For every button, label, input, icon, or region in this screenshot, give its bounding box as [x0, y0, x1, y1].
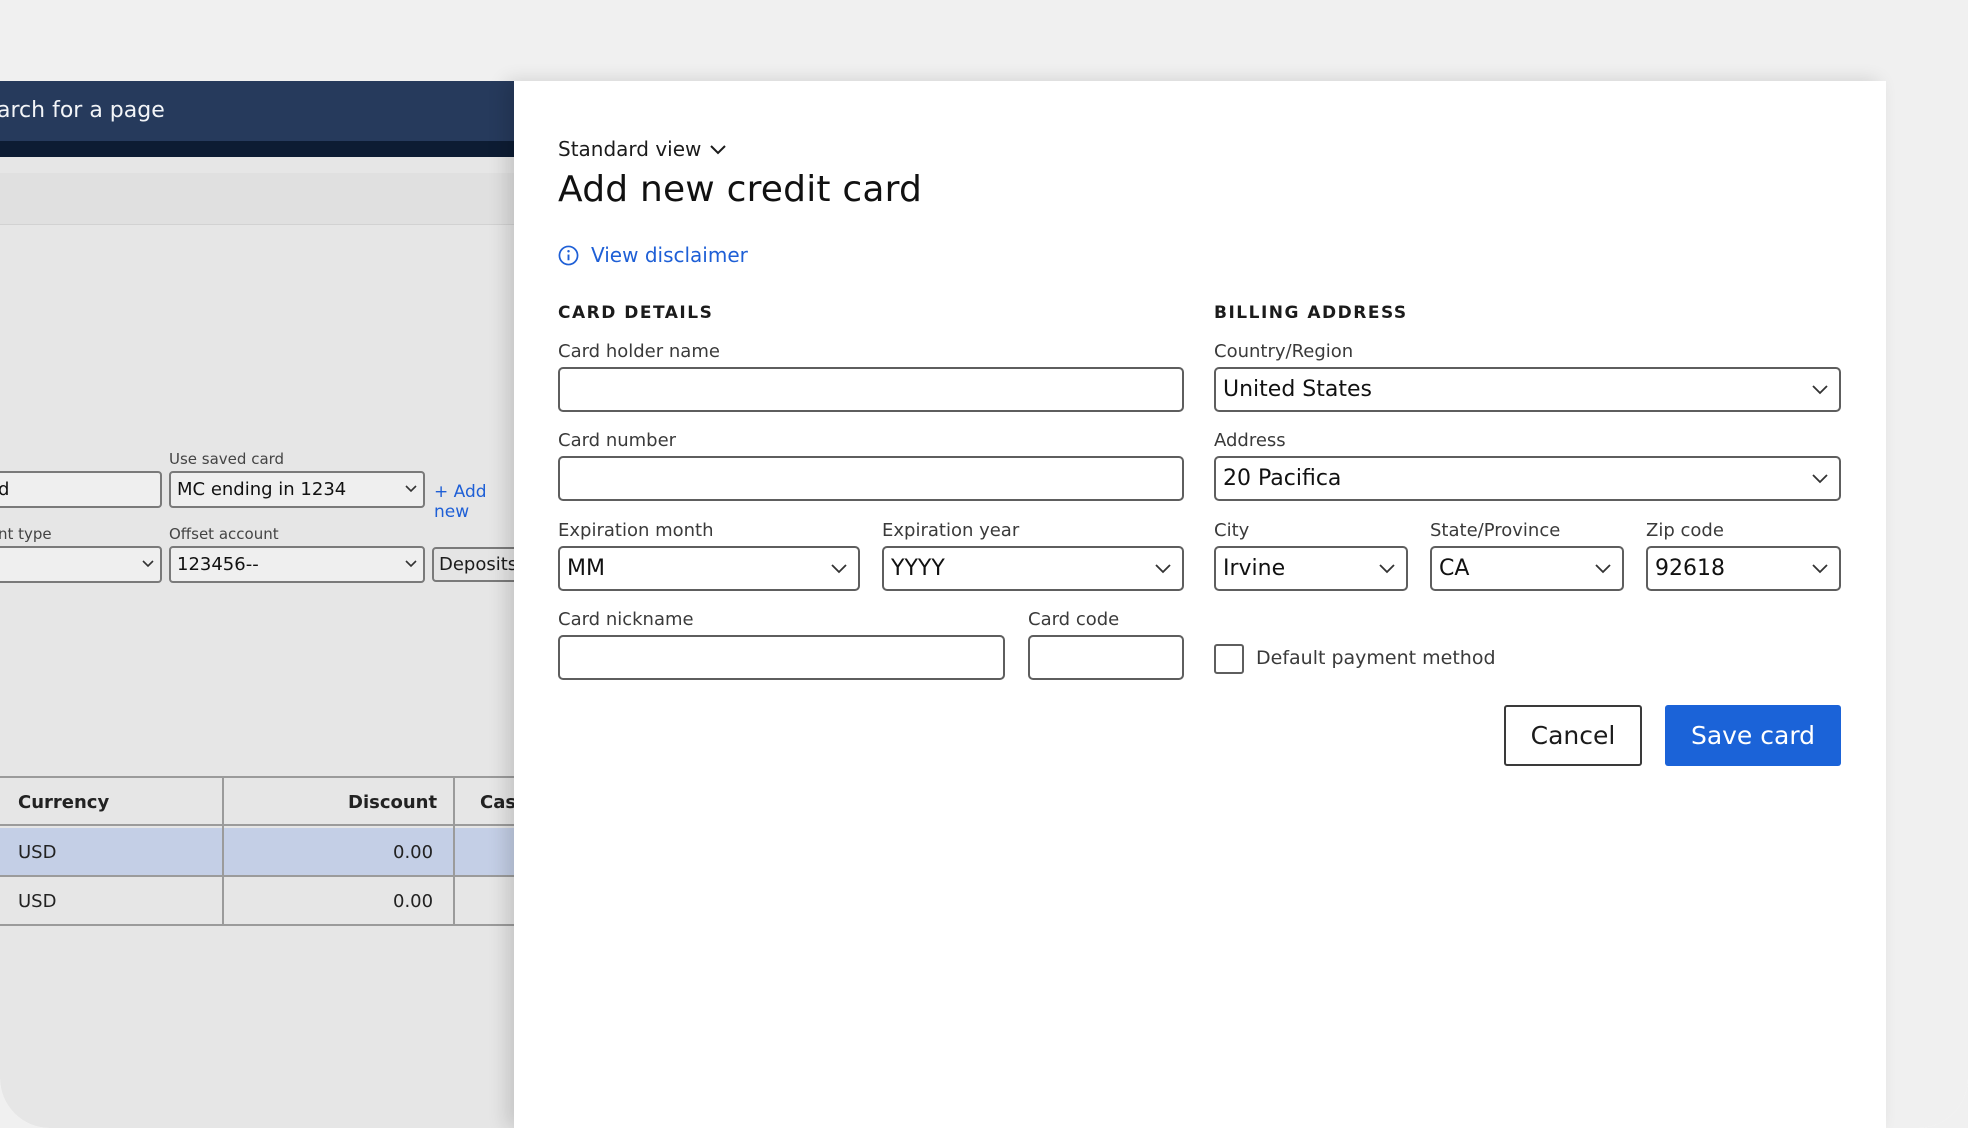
saved-card-select[interactable]: MC ending in 1234 [169, 471, 425, 508]
view-disclaimer-link[interactable]: View disclaimer [558, 243, 748, 267]
card-code-input[interactable] [1028, 635, 1184, 680]
card-nickname-label: Card nickname [558, 609, 694, 630]
payment-method-field[interactable]: d [0, 471, 162, 508]
chevron-down-icon [1595, 564, 1611, 574]
info-icon [558, 245, 579, 265]
currency-cell: USD [18, 891, 57, 912]
chevron-down-icon [831, 564, 847, 574]
card-nickname-input[interactable] [558, 635, 1005, 680]
exp-year-value: YYYY [891, 556, 945, 581]
frame-right-margin [1886, 81, 1968, 1128]
grid-header-currency[interactable]: Currency [18, 778, 109, 828]
zip-value: 92618 [1655, 556, 1725, 581]
view-selector-label: Standard view [558, 137, 702, 161]
chevron-down-icon [1812, 385, 1828, 395]
address-label: Address [1214, 430, 1286, 451]
use-saved-card-label: Use saved card [169, 450, 285, 468]
table-row[interactable]: USD 0.00 [0, 828, 514, 877]
app-navbar: arch for a page [0, 81, 514, 157]
chevron-down-icon [142, 557, 154, 569]
address-value: 20 Pacifica [1223, 466, 1342, 491]
offset-account-value: 123456-- [177, 554, 259, 575]
payment-type-select[interactable] [0, 546, 162, 583]
card-code-label: Card code [1028, 609, 1120, 630]
default-payment-checkbox[interactable] [1214, 644, 1244, 674]
city-value: Irvine [1223, 556, 1286, 581]
grid-header-cash[interactable]: Casl [480, 778, 514, 828]
exp-year-label: Expiration year [882, 520, 1020, 541]
state-select[interactable]: CA [1430, 546, 1624, 591]
country-select[interactable]: United States [1214, 367, 1841, 412]
add-new-card-link[interactable]: + Add new [434, 482, 514, 522]
view-selector[interactable]: Standard view [558, 137, 727, 161]
currency-cell: USD [18, 842, 57, 863]
view-disclaimer-label: View disclaimer [591, 243, 748, 267]
card-number-input[interactable] [558, 456, 1184, 501]
payment-method-value: d [0, 479, 10, 500]
chevron-down-icon [405, 482, 417, 494]
page-search-box[interactable]: arch for a page [0, 81, 514, 141]
chevron-down-icon [405, 557, 417, 569]
frame-top-margin [0, 0, 1968, 81]
state-value: CA [1439, 556, 1470, 581]
city-label: City [1214, 520, 1250, 541]
discount-cell: 0.00 [393, 842, 434, 863]
city-select[interactable]: Irvine [1214, 546, 1408, 591]
offset-account-label: Offset account [169, 525, 279, 543]
exp-year-select[interactable]: YYYY [882, 546, 1184, 591]
saved-card-value: MC ending in 1234 [177, 479, 347, 500]
chevron-down-icon [1379, 564, 1395, 574]
zip-select[interactable]: 92618 [1646, 546, 1841, 591]
page-search-text: arch for a page [0, 98, 165, 123]
action-pane [0, 173, 514, 225]
background-app: arch for a page d Use saved card MC endi… [0, 81, 514, 1128]
table-row[interactable]: USD 0.00 [0, 877, 514, 926]
exp-month-label: Expiration month [558, 520, 714, 541]
window-frame: arch for a page d Use saved card MC endi… [0, 0, 1968, 1128]
chevron-down-icon [1812, 564, 1828, 574]
country-value: United States [1223, 377, 1372, 402]
card-details-heading: CARD DETAILS [558, 303, 714, 323]
default-payment-label: Default payment method [1256, 647, 1496, 669]
grid-header-row: Currency Discount Casl [0, 776, 514, 826]
save-card-button[interactable]: Save card [1665, 705, 1841, 766]
card-number-label: Card number [558, 430, 677, 451]
discount-cell: 0.00 [393, 891, 434, 912]
deposits-button[interactable]: Deposits [432, 547, 514, 582]
grid-header-discount[interactable]: Discount [348, 778, 437, 828]
grid-divider [222, 776, 224, 926]
card-holder-input[interactable] [558, 367, 1184, 412]
add-credit-card-panel: Standard view Add new credit card View d… [514, 81, 1886, 1128]
offset-account-select[interactable]: 123456-- [169, 546, 425, 583]
address-select[interactable]: 20 Pacifica [1214, 456, 1841, 501]
chevron-down-icon [710, 145, 727, 155]
billing-address-heading: BILLING ADDRESS [1214, 303, 1408, 323]
card-holder-label: Card holder name [558, 341, 720, 362]
cancel-button[interactable]: Cancel [1504, 705, 1642, 766]
chevron-down-icon [1155, 564, 1171, 574]
zip-label: Zip code [1646, 520, 1724, 541]
state-label: State/Province [1430, 520, 1561, 541]
country-label: Country/Region [1214, 341, 1354, 362]
payment-type-label: nt type [0, 525, 52, 543]
exp-month-value: MM [567, 556, 605, 581]
exp-month-select[interactable]: MM [558, 546, 860, 591]
page-title: Add new credit card [558, 169, 923, 210]
chevron-down-icon [1812, 474, 1828, 484]
grid-divider [453, 776, 455, 926]
